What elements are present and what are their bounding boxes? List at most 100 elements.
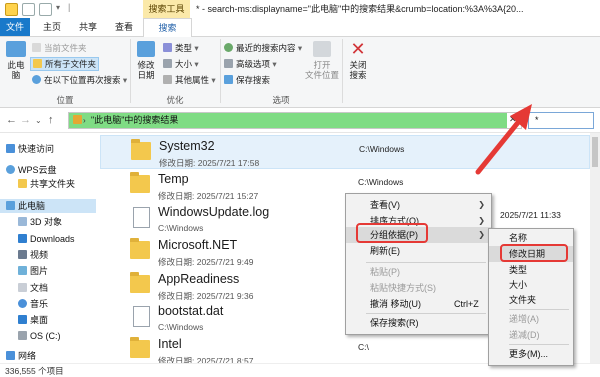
- nav-label: 音乐: [30, 299, 49, 309]
- close-search-label: 关闭 搜索: [349, 60, 367, 80]
- folder-icon: [130, 337, 150, 358]
- vertical-scrollbar[interactable]: [590, 133, 600, 363]
- network-icon: [6, 351, 15, 360]
- folder-icon[interactable]: [5, 3, 18, 16]
- nav-label: Downloads: [30, 234, 75, 244]
- document-icon: [133, 207, 150, 228]
- nav-label: 网络: [18, 351, 37, 361]
- nav-label: 文档: [30, 283, 49, 293]
- this-pc-button[interactable]: 此电 脑: [4, 41, 28, 80]
- file-name: bootstat.dat: [158, 304, 224, 318]
- address-bar[interactable]: › "此电脑"中的搜索结果: [68, 112, 522, 129]
- folder-icon: [130, 238, 150, 259]
- menu-item-refresh[interactable]: 刷新(E): [346, 243, 491, 259]
- date-modified-label: 修改 日期: [137, 60, 155, 80]
- size-icon: [163, 59, 172, 68]
- menu-item-label: 查看(V): [370, 200, 400, 210]
- nav-videos[interactable]: 视频: [0, 248, 96, 262]
- drive-icon: [18, 331, 27, 340]
- menu-item-undo-move[interactable]: 撤消 移动(U) Ctrl+Z: [346, 296, 491, 312]
- advanced-options-button[interactable]: 高级选项 ▾: [224, 58, 277, 70]
- submenu-item-descending[interactable]: 递减(D): [489, 327, 573, 343]
- search-again-button[interactable]: 在以下位置再次搜索 ▾: [32, 74, 127, 86]
- all-subfolders-button[interactable]: 所有子文件夹: [30, 57, 100, 71]
- menu-item-view[interactable]: 查看(V) ❯: [346, 197, 491, 213]
- nav-3d-objects[interactable]: 3D 对象: [0, 215, 96, 229]
- menu-item-paste[interactable]: 粘贴(P): [346, 264, 491, 280]
- scrollbar-thumb[interactable]: [592, 137, 598, 167]
- search-again-icon: [32, 75, 41, 84]
- submenu-item-more[interactable]: 更多(M)...: [489, 346, 573, 362]
- menu-item-save-search[interactable]: 保存搜索(R): [346, 315, 491, 331]
- save-search-label: 保存搜索: [236, 75, 271, 85]
- subfolders-icon: [33, 59, 42, 68]
- submenu-item-type[interactable]: 类型: [489, 262, 573, 278]
- nav-label: WPS云盘: [18, 165, 57, 175]
- nav-os-c[interactable]: OS (C:): [0, 329, 96, 343]
- nav-music[interactable]: 音乐: [0, 297, 96, 311]
- kind-button[interactable]: 类型 ▾: [163, 42, 199, 54]
- submenu-item-size[interactable]: 大小: [489, 277, 573, 293]
- context-menu: 查看(V) ❯ 排序方式(O) ❯ 分组依据(P) ❯ 刷新(E) 粘贴(P) 粘贴快…: [345, 193, 492, 335]
- back-arrow-icon[interactable]: ←: [6, 114, 17, 126]
- nav-documents[interactable]: 文档: [0, 281, 96, 295]
- navigation-pane: 快速访问 WPS云盘 共享文件夹 此电脑 3D 对象 Downloads 视频 …: [0, 133, 96, 363]
- file-path: C:\Windows: [358, 177, 404, 187]
- menu-item-label: 更多(M)...: [509, 349, 548, 359]
- nav-network[interactable]: 网络: [0, 349, 96, 363]
- new-folder-icon[interactable]: [39, 3, 52, 16]
- menu-item-label: 递减(D): [509, 330, 540, 340]
- nav-label: 共享文件夹: [30, 179, 76, 189]
- submenu-item-ascending[interactable]: 递增(A): [489, 311, 573, 327]
- quick-access-dropdown-icon[interactable]: ▾: [56, 3, 60, 12]
- nav-this-pc[interactable]: 此电脑: [0, 199, 96, 213]
- forward-arrow-icon[interactable]: →: [20, 114, 31, 126]
- recent-searches-button[interactable]: 最近的搜索内容 ▾: [224, 42, 302, 54]
- calendar-icon: [137, 41, 155, 57]
- menu-item-paste-shortcut[interactable]: 粘贴快捷方式(S): [346, 280, 491, 296]
- open-file-location-button[interactable]: 打开 文件位置: [304, 41, 340, 80]
- ribbon-tab-bar: 文件 主页 共享 查看 搜索: [0, 18, 600, 38]
- nav-pictures[interactable]: 图片: [0, 264, 96, 278]
- recent-locations-chevron-icon[interactable]: ⌄: [35, 116, 42, 125]
- date-modified-button[interactable]: 修改 日期: [133, 41, 159, 80]
- file-name: System32: [159, 139, 215, 153]
- document-icon: [133, 306, 150, 327]
- kind-label: 类型: [175, 43, 193, 53]
- tab-file[interactable]: 文件: [0, 18, 30, 36]
- up-arrow-icon[interactable]: ↑: [48, 114, 54, 126]
- star-icon: [6, 144, 15, 153]
- close-search-button[interactable]: ✕ 关闭 搜索: [345, 40, 371, 80]
- annotation-highlight-box: [356, 223, 428, 243]
- nav-shared-folder[interactable]: 共享文件夹: [0, 177, 96, 191]
- computer-icon: [6, 41, 26, 57]
- menu-item-label: 粘贴(P): [370, 267, 400, 277]
- group-separator: [342, 39, 343, 103]
- tab-search[interactable]: 搜索: [143, 18, 192, 38]
- address-text: "此电脑"中的搜索结果: [91, 115, 179, 125]
- size-button[interactable]: 大小 ▾: [163, 58, 199, 70]
- tab-home[interactable]: 主页: [38, 18, 66, 36]
- tab-share[interactable]: 共享: [74, 18, 102, 36]
- menu-item-label: 保存搜索(R): [370, 318, 419, 328]
- nav-label: 视频: [30, 250, 49, 260]
- current-folder-button[interactable]: 当前文件夹: [32, 42, 87, 54]
- other-properties-label: 其他属性: [175, 75, 210, 85]
- other-properties-button[interactable]: 其他属性 ▾: [163, 74, 216, 86]
- download-icon: [18, 234, 27, 243]
- nav-downloads[interactable]: Downloads: [0, 232, 96, 246]
- nav-desktop[interactable]: 桌面: [0, 313, 96, 327]
- nav-quick-access[interactable]: 快速访问: [0, 142, 96, 156]
- search-results-icon: [73, 115, 82, 124]
- open-location-icon: [313, 41, 331, 57]
- group-label-location: 位置: [56, 95, 74, 105]
- menu-separator: [509, 309, 569, 310]
- advanced-options-icon: [224, 59, 233, 68]
- save-search-button[interactable]: 保存搜索: [224, 74, 270, 86]
- group-label-refine: 优化: [166, 95, 184, 105]
- properties-icon[interactable]: [22, 3, 35, 16]
- kind-icon: [163, 43, 172, 52]
- nav-wps-cloud[interactable]: WPS云盘: [0, 163, 96, 177]
- tab-view[interactable]: 查看: [110, 18, 138, 36]
- submenu-item-folder[interactable]: 文件夹: [489, 292, 573, 308]
